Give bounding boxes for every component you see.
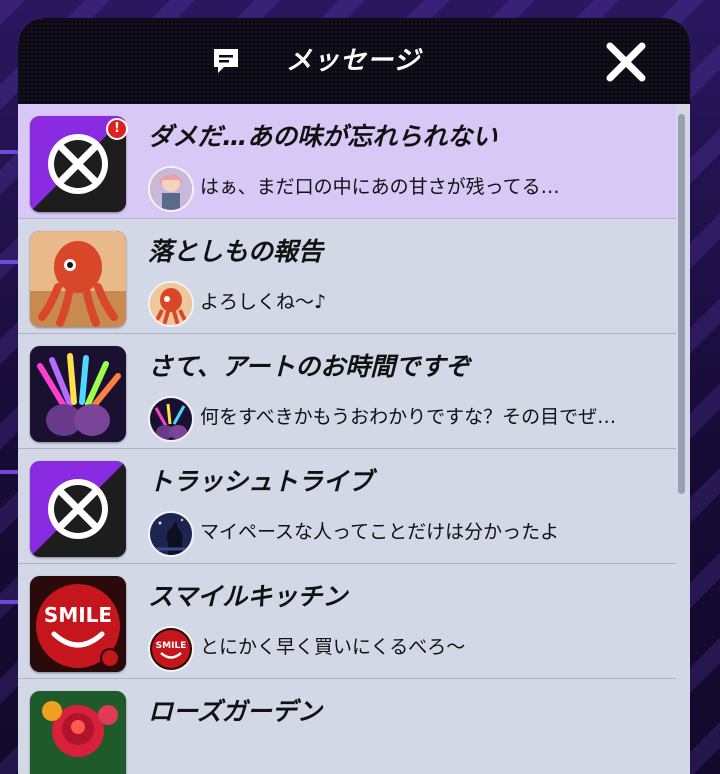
message-preview: よろしくね～♪	[200, 291, 327, 313]
message-icon	[214, 49, 238, 73]
smile-kitchen-logo-icon: SMILE	[30, 576, 126, 672]
smile-avatar-text: SMILE	[156, 641, 187, 651]
message-preview: 何をすべきかもうおわかりですな？その目でぜ…	[200, 406, 617, 428]
octopus-character-avatar	[148, 281, 194, 327]
crossed-circle-logo-icon	[30, 461, 126, 557]
glowsticks-hands-icon	[30, 346, 126, 442]
message-title: スマイルキッチン	[148, 582, 348, 611]
message-title: ローズガーデン	[148, 697, 322, 726]
message-preview: とにかく早く買いにくるべろ～	[200, 636, 466, 658]
glowsticks-hands-avatar	[148, 396, 194, 442]
message-preview: はぁ、まだ口の中にあの甘さが残ってる…	[200, 176, 560, 198]
messages-panel: メッセージ ! ダメだ…あの味が忘れられない はぁ、まだ口の中にあの甘さが残って…	[18, 18, 690, 774]
message-title: 落としもの報告	[148, 237, 324, 266]
night-cat-avatar	[148, 511, 194, 557]
panel-header: メッセージ	[18, 18, 690, 104]
unread-badge: !	[106, 118, 128, 140]
octopus-character-icon	[30, 231, 126, 327]
message-preview: マイペースな人ってことだけは分かったよ	[200, 521, 560, 543]
panel-title: メッセージ	[286, 46, 421, 76]
message-row-4[interactable]: トラッシュトライブ マイペースな人ってことだけは分かったよ	[18, 449, 676, 564]
message-title: トラッシュトライブ	[148, 467, 374, 496]
message-title: さて、アートのお時間ですぞ	[148, 352, 471, 381]
message-row-2[interactable]: 落としもの報告 よろしくね～♪	[18, 219, 676, 334]
girl-character-avatar	[148, 166, 194, 212]
smile-kitchen-avatar: SMILE	[148, 626, 194, 672]
message-row-6[interactable]: ローズガーデン	[18, 679, 676, 774]
message-row-3[interactable]: さて、アートのお時間ですぞ 何をすべきかもうおわかりですな？その目でぜ…	[18, 334, 676, 449]
close-icon[interactable]	[602, 38, 650, 86]
scrollbar[interactable]	[678, 114, 686, 764]
message-list[interactable]: ! ダメだ…あの味が忘れられない はぁ、まだ口の中にあの甘さが残ってる… 落とし…	[18, 104, 690, 774]
scrollbar-thumb[interactable]	[678, 114, 685, 494]
rose-icon	[30, 691, 126, 774]
message-row-1[interactable]: ! ダメだ…あの味が忘れられない はぁ、まだ口の中にあの甘さが残ってる…	[18, 104, 676, 219]
message-title: ダメだ…あの味が忘れられない	[148, 122, 498, 151]
message-row-5[interactable]: SMILE スマイルキッチン SMILE とにかく早く買いにくるべろ～	[18, 564, 676, 679]
smile-logo-text: SMILE	[44, 603, 112, 627]
